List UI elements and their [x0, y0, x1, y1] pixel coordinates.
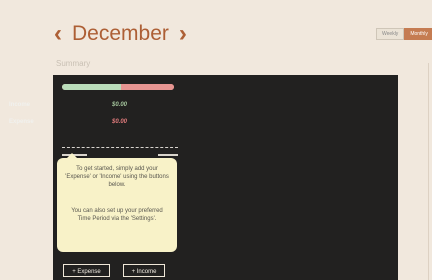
month-header: ‹ December › [54, 20, 187, 48]
month-title: December [72, 22, 169, 45]
tooltip-paragraph-2: You can also set up your preferred Time … [71, 208, 163, 222]
expense-value: $0.00 [111, 119, 127, 125]
expense-row: Expense $0.00 [9, 117, 127, 128]
add-income-button[interactable]: + Income [123, 264, 165, 277]
chevron-left-icon[interactable]: ‹ [54, 20, 62, 48]
income-bar-segment [62, 84, 122, 90]
tooltip-paragraph-1: To get started, simply add your 'Expense… [65, 166, 169, 188]
chevron-right-icon[interactable]: › [179, 20, 187, 48]
period-weekly-button[interactable]: Weekly [376, 28, 405, 40]
summary-divider [62, 147, 178, 148]
income-value: $0.00 [111, 102, 127, 108]
add-expense-button[interactable]: + Expense [63, 264, 110, 277]
summary-label: Summary [56, 59, 91, 68]
income-label: Income [9, 102, 31, 108]
income-expense-bar [62, 84, 174, 90]
period-monthly-button[interactable]: Monthly [404, 28, 432, 40]
income-row: Income $0.00 [9, 100, 127, 111]
getting-started-tooltip: To get started, simply add your 'Expense… [57, 153, 177, 252]
expense-bar-segment [121, 84, 174, 90]
expense-label: Expense [9, 119, 34, 125]
balance-value-fragment [158, 154, 178, 156]
right-edge-divider [428, 63, 429, 280]
tooltip-arrow [66, 153, 78, 159]
period-toggle: Weekly Monthly [376, 28, 432, 40]
